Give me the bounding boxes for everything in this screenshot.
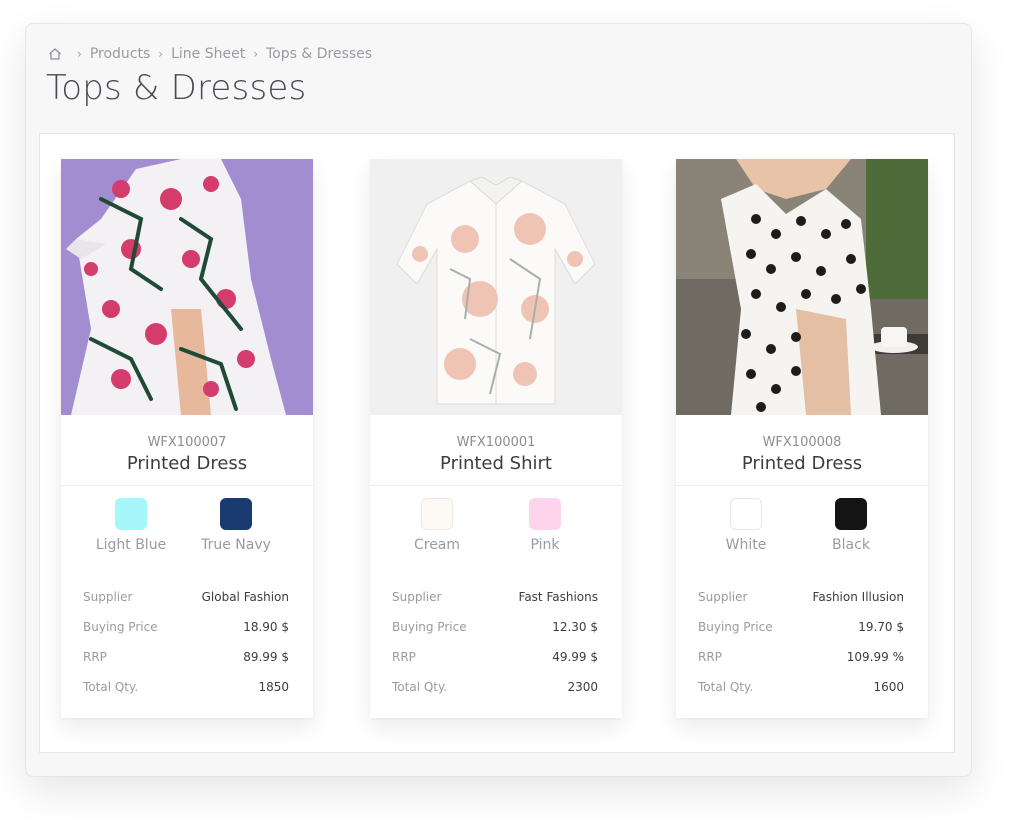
spec-rrp: RRP 89.99 $ — [83, 650, 289, 664]
spec-supplier: Supplier Fashion Illusion — [698, 590, 904, 604]
color-swatch-true-navy[interactable] — [220, 498, 252, 530]
spec-total-qty: Total Qty. 1850 — [83, 680, 289, 694]
color-label: White — [725, 537, 767, 553]
spec-buying-price: Buying Price 18.90 $ — [83, 620, 289, 634]
color-label: Cream — [413, 537, 461, 553]
product-sku: WFX100007 — [147, 435, 227, 450]
color-swatch-pink[interactable] — [529, 498, 561, 530]
spec-label: Supplier — [698, 590, 748, 604]
product-name[interactable]: Printed Dress — [676, 453, 928, 474]
spec-value: 19.70 $ — [858, 620, 904, 634]
spec-total-qty: Total Qty. 2300 — [392, 680, 598, 694]
spec-value: 1850 — [258, 680, 289, 694]
breadcrumb: › Products › Line Sheet › Tops & Dresses — [47, 45, 372, 63]
color-label: Light Blue — [95, 537, 167, 553]
spec-total-qty: Total Qty. 1600 — [698, 680, 904, 694]
spec-supplier: Supplier Fast Fashions — [392, 590, 598, 604]
product-image[interactable] — [676, 159, 928, 415]
line-sheet-window: › Products › Line Sheet › Tops & Dresses… — [25, 23, 972, 777]
spec-label: Supplier — [392, 590, 442, 604]
breadcrumb-line-sheet[interactable]: Line Sheet — [171, 46, 245, 62]
spec-label: Total Qty. — [698, 680, 754, 694]
spec-label: Total Qty. — [392, 680, 448, 694]
chevron-right-icon: › — [253, 47, 258, 61]
color-swatch-white[interactable] — [730, 498, 762, 530]
product-grid: WFX100007 Printed Dress Light Blue True … — [39, 133, 955, 753]
spec-label: Total Qty. — [83, 680, 139, 694]
spec-label: Buying Price — [83, 620, 158, 634]
page-title: Tops & Dresses — [46, 68, 307, 108]
product-card[interactable]: WFX100001 Printed Shirt Cream Pink Suppl… — [370, 159, 622, 718]
spec-value: Fashion Illusion — [812, 590, 904, 604]
breadcrumb-current: Tops & Dresses — [266, 46, 373, 62]
color-label: Pink — [530, 537, 560, 553]
color-swatch-light-blue[interactable] — [115, 498, 147, 530]
divider — [676, 485, 928, 486]
product-image[interactable] — [61, 159, 313, 415]
spec-rrp: RRP 109.99 % — [698, 650, 904, 664]
color-swatch-cream[interactable] — [421, 498, 453, 530]
spec-value: Global Fashion — [201, 590, 289, 604]
spec-value: Fast Fashions — [518, 590, 598, 604]
spec-buying-price: Buying Price 12.30 $ — [392, 620, 598, 634]
spec-rrp: RRP 49.99 $ — [392, 650, 598, 664]
spec-label: RRP — [83, 650, 107, 664]
product-sku: WFX100008 — [762, 435, 842, 450]
spec-buying-price: Buying Price 19.70 $ — [698, 620, 904, 634]
breadcrumb-products[interactable]: Products — [90, 46, 150, 62]
spec-value: 1600 — [873, 680, 904, 694]
spec-supplier: Supplier Global Fashion — [83, 590, 289, 604]
divider — [370, 485, 622, 486]
home-icon[interactable] — [47, 46, 63, 62]
divider — [61, 485, 313, 486]
spec-label: Buying Price — [698, 620, 773, 634]
spec-value: 109.99 % — [846, 650, 904, 664]
spec-label: Supplier — [83, 590, 133, 604]
spec-value: 89.99 $ — [243, 650, 289, 664]
spec-value: 12.30 $ — [552, 620, 598, 634]
product-image[interactable] — [370, 159, 622, 415]
chevron-right-icon: › — [158, 47, 164, 61]
product-name[interactable]: Printed Dress — [61, 453, 313, 474]
spec-label: Buying Price — [392, 620, 467, 634]
spec-label: RRP — [392, 650, 416, 664]
product-card[interactable]: WFX100008 Printed Dress White Black Supp… — [676, 159, 928, 718]
spec-value: 2300 — [567, 680, 598, 694]
spec-label: RRP — [698, 650, 722, 664]
spec-value: 49.99 $ — [552, 650, 598, 664]
product-card[interactable]: WFX100007 Printed Dress Light Blue True … — [61, 159, 313, 718]
product-sku: WFX100001 — [456, 435, 536, 450]
color-label: True Navy — [201, 537, 271, 553]
product-name[interactable]: Printed Shirt — [370, 453, 622, 474]
spec-value: 18.90 $ — [243, 620, 289, 634]
color-swatch-black[interactable] — [835, 498, 867, 530]
chevron-right-icon: › — [77, 47, 82, 61]
color-label: Black — [832, 537, 870, 553]
